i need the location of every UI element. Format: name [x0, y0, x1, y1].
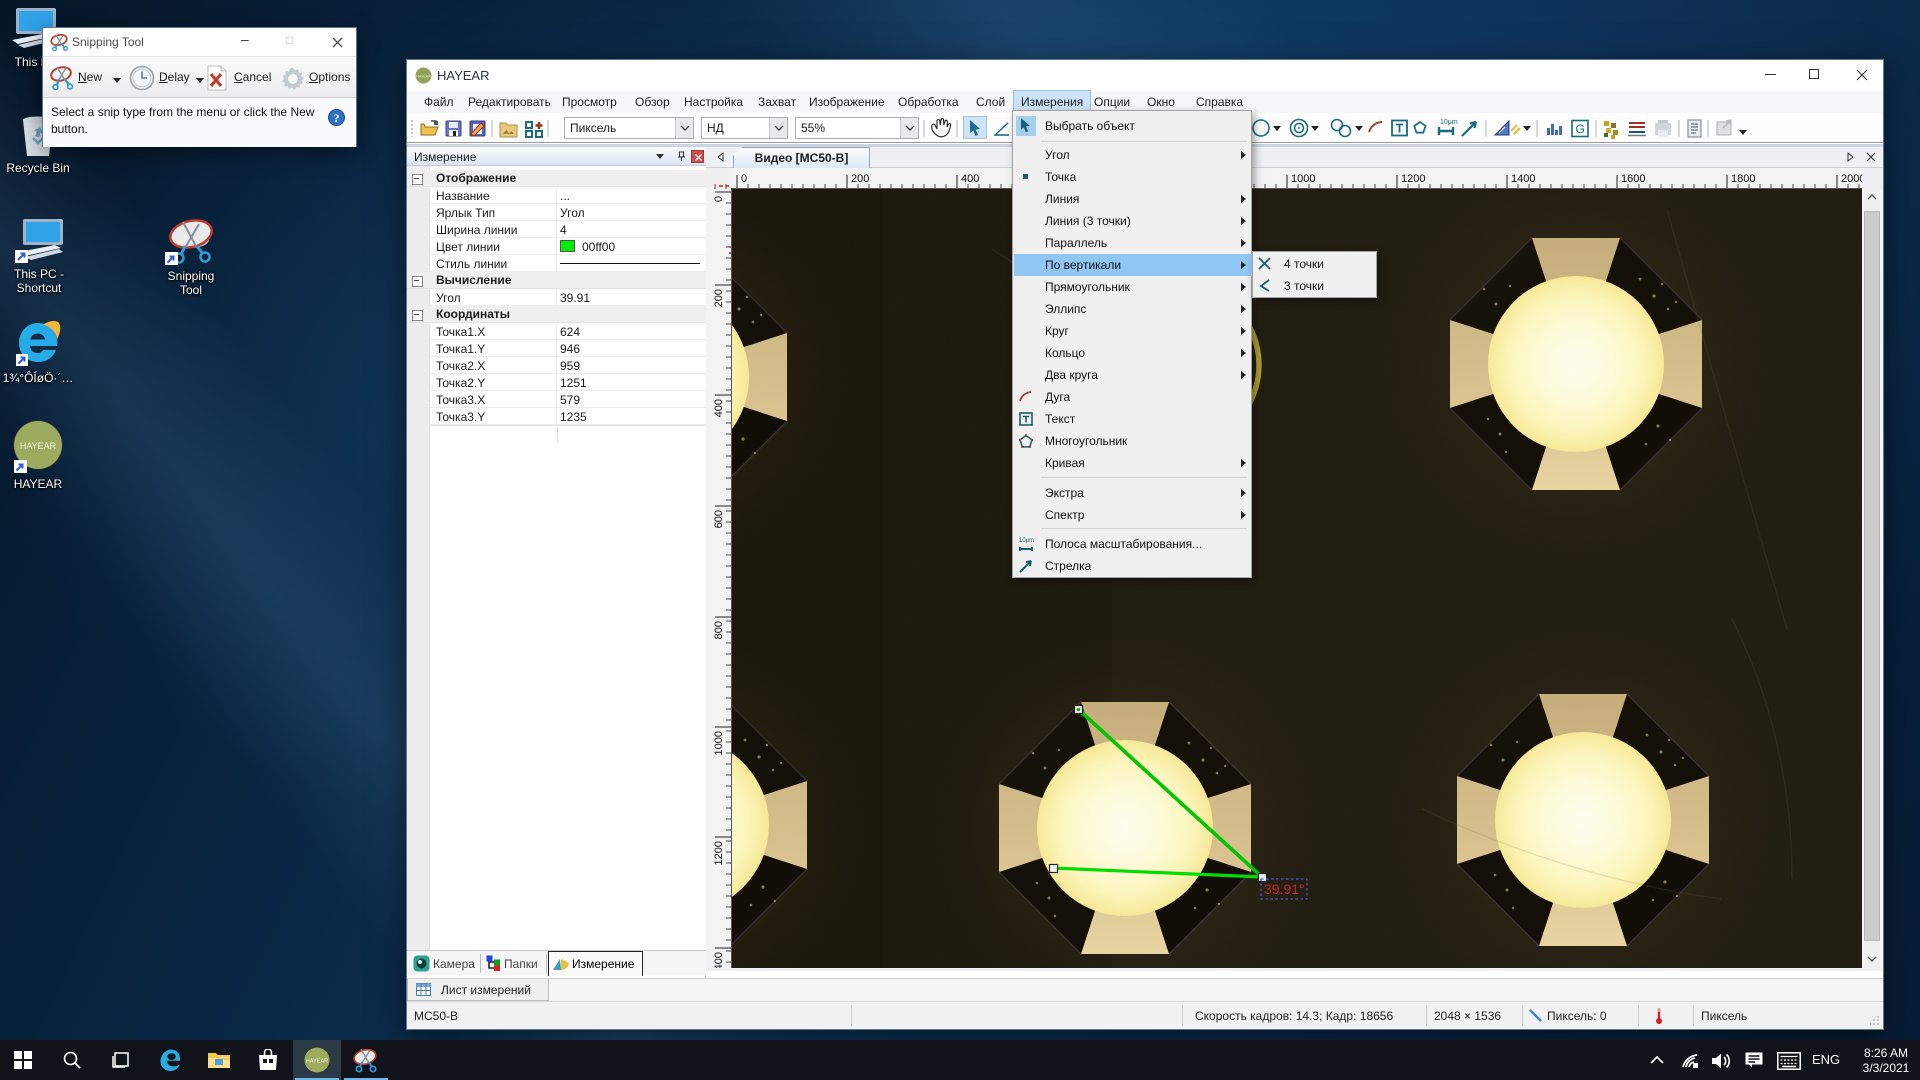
svg-text:G: G	[1576, 122, 1585, 136]
svg-text:1000: 1000	[713, 731, 725, 755]
svg-text:0: 0	[741, 173, 747, 185]
svg-text:?: ?	[334, 111, 340, 125]
svg-text:1000: 1000	[1291, 173, 1315, 185]
svg-text:10μm: 10μm	[1440, 119, 1458, 126]
svg-text:400: 400	[713, 399, 725, 417]
svg-text:1800: 1800	[1731, 173, 1755, 185]
svg-text:200: 200	[713, 289, 725, 307]
svg-text:1400: 1400	[1511, 173, 1535, 185]
svg-text:200: 200	[851, 173, 869, 185]
svg-text:1400: 1400	[713, 952, 725, 968]
svg-text:1200: 1200	[1401, 173, 1425, 185]
svg-text:HAYEAR: HAYEAR	[416, 75, 431, 79]
svg-text:600: 600	[713, 510, 725, 528]
svg-text:800: 800	[713, 621, 725, 639]
svg-text:1200: 1200	[713, 841, 725, 865]
svg-text:0: 0	[713, 196, 725, 202]
svg-text:1600: 1600	[1621, 173, 1645, 185]
svg-text:2000: 2000	[1841, 173, 1862, 185]
svg-text:10μm: 10μm	[1019, 538, 1034, 544]
svg-text:400: 400	[961, 173, 979, 185]
svg-text:HAYEAR: HAYEAR	[20, 441, 57, 451]
